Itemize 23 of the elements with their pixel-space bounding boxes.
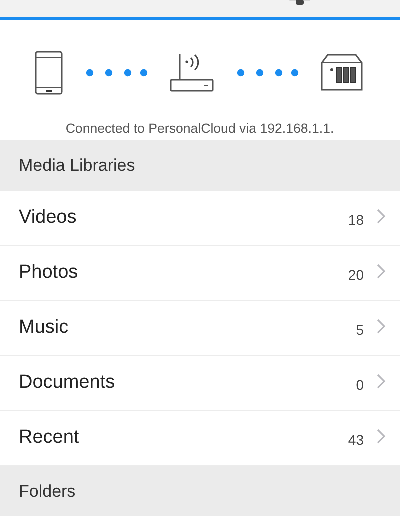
nas-drive-icon xyxy=(321,54,363,92)
row-label: Recent xyxy=(19,427,80,449)
row-label: Photos xyxy=(19,262,80,284)
item-count: 43 xyxy=(348,432,364,448)
chevron-right-icon xyxy=(377,428,386,444)
item-count: 0 xyxy=(356,377,364,393)
dotted-link-icon xyxy=(236,69,298,77)
section-header: Folders xyxy=(19,482,76,502)
phone-icon xyxy=(35,51,63,95)
dotted-link-icon xyxy=(86,69,148,77)
router-icon xyxy=(170,53,214,93)
item-count: 18 xyxy=(348,212,364,228)
chevron-right-icon xyxy=(377,208,386,224)
row-label: Videos xyxy=(19,207,78,229)
row-label: Documents xyxy=(19,372,116,394)
section-header: Media Libraries xyxy=(19,156,136,176)
chevron-right-icon xyxy=(377,264,386,278)
item-count: 5 xyxy=(356,322,364,338)
chevron-right-icon xyxy=(377,374,386,388)
connection-status: Connected to PersonalCloud via 192.168.1.1. xyxy=(64,121,336,136)
item-count: 20 xyxy=(348,267,364,283)
chevron-right-icon xyxy=(377,318,386,334)
row-label: Music xyxy=(19,317,70,339)
